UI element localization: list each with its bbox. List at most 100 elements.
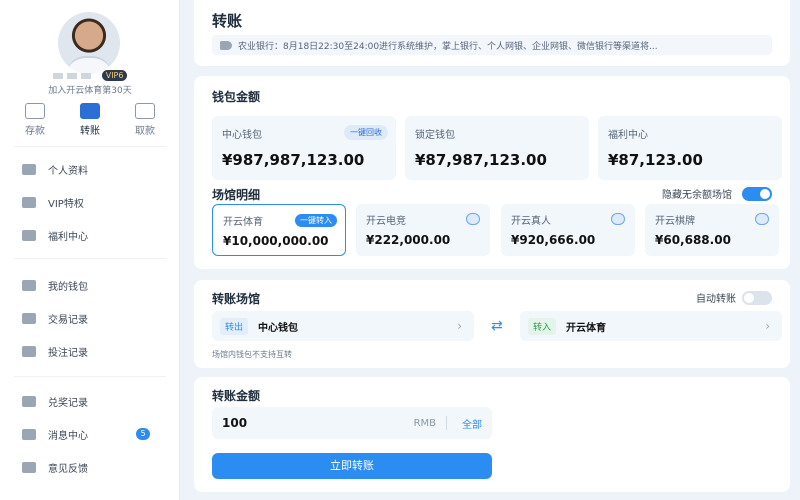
transfer-in-select[interactable]: 转入 开云体育 ›: [520, 311, 782, 341]
in-tag: 转入: [528, 317, 557, 335]
ticket-icon: [22, 395, 36, 407]
header-card: 转账 农业银行：8月18日22:30至24:00进行系统维护，掌上银行、个人网银…: [194, 0, 790, 66]
transfer-title: 转账场馆: [212, 292, 261, 306]
toggle-knob: [744, 293, 754, 303]
amount-field[interactable]: RMB 全部: [212, 407, 492, 439]
transfer-in-button[interactable]: 一键转入: [295, 214, 337, 227]
quick-label: 取款: [135, 126, 155, 137]
quick-label: 转账: [80, 126, 100, 137]
quick-deposit[interactable]: 存款: [10, 103, 60, 137]
document-icon: [22, 345, 36, 357]
wallet-value: ¥87,987,123.00: [415, 151, 547, 169]
sidebar-item-label: 投注记录: [48, 347, 88, 359]
sidebar-item-label: 意见反馈: [48, 463, 88, 475]
separator: [446, 416, 447, 430]
sidebar-item-label: 我的钱包: [48, 281, 88, 293]
card-icon: [135, 103, 155, 119]
wallet-welfare: 福利中心 ¥87,123.00: [598, 116, 782, 180]
swap-icon[interactable]: ⇄: [491, 318, 503, 334]
speaker-icon: [220, 40, 232, 50]
megaphone-icon: [22, 428, 36, 440]
all-amount-button[interactable]: 全部: [462, 416, 482, 431]
feedback-icon: [22, 461, 36, 473]
wallet-locked: 锁定钱包 ¥87,987,123.00: [405, 116, 589, 180]
out-tag: 转出: [220, 317, 249, 335]
out-value: 中心钱包: [258, 322, 299, 334]
sidebar-item-transactions[interactable]: 交易记录: [0, 307, 180, 329]
currency-unit: RMB: [413, 417, 436, 429]
id-card-icon: [22, 163, 36, 175]
quick-label: 存款: [25, 126, 45, 137]
sidebar-item-welfare[interactable]: 福利中心: [0, 224, 180, 246]
transfer-out-select[interactable]: 转出 中心钱包 ›: [212, 311, 474, 341]
sidebar-item-label: 个人资料: [48, 165, 88, 177]
sidebar-item-label: VIP特权: [48, 198, 84, 210]
venue-live[interactable]: 开云真人 ¥920,666.00: [501, 204, 635, 256]
sidebar-item-label: 福利中心: [48, 231, 88, 243]
venue-esports[interactable]: 开云电竞 ¥222,000.00: [356, 204, 490, 256]
sidebar-item-messages[interactable]: 消息中心 5: [0, 423, 180, 445]
user-line: VIP6: [0, 70, 180, 82]
sidebar-item-label: 交易记录: [48, 314, 88, 326]
chevron-right-icon: ›: [765, 319, 770, 333]
quick-transfer[interactable]: 转账: [65, 103, 115, 137]
notice-text: 农业银行：8月18日22:30至24:00进行系统维护，掌上银行、个人网银、企业…: [238, 41, 658, 52]
recall-all-button[interactable]: 一键回收: [344, 125, 388, 140]
divider: [14, 146, 166, 147]
sidebar-item-label: 兑奖记录: [48, 397, 88, 409]
venue-label: 开云电竞: [366, 216, 406, 227]
submit-transfer-button[interactable]: 立即转账: [212, 453, 492, 479]
venue-sports[interactable]: 开云体育 ¥10,000,000.00 一键转入: [212, 204, 346, 256]
diamond-icon: [22, 196, 36, 208]
join-days: 加入开云体育第30天: [48, 86, 132, 96]
hide-empty-toggle[interactable]: [742, 187, 772, 201]
transfer-hint: 场馆内钱包不支持互转: [212, 350, 292, 359]
sidebar-item-bets[interactable]: 投注记录: [0, 340, 180, 362]
main-content: 转账 农业银行：8月18日22:30至24:00进行系统维护，掌上银行、个人网银…: [190, 0, 800, 500]
wallet-center: 中心钱包 ¥987,987,123.00 一键回收: [212, 116, 396, 180]
wallet-card: 钱包金额 中心钱包 ¥987,987,123.00 一键回收 锁定钱包 ¥87,…: [194, 76, 790, 269]
divider: [14, 376, 166, 377]
gift-icon: [22, 229, 36, 241]
hide-empty-label: 隐藏无余额场馆: [662, 190, 732, 201]
toggle-knob: [760, 189, 770, 199]
venue-value: ¥222,000.00: [366, 233, 451, 247]
transfer-icon: [80, 103, 100, 119]
sidebar-item-vip[interactable]: VIP特权: [0, 191, 180, 213]
amount-input[interactable]: [222, 416, 372, 430]
masked-username: [66, 72, 77, 79]
notice-bar[interactable]: 农业银行：8月18日22:30至24:00进行系统维护，掌上银行、个人网银、企业…: [212, 35, 772, 55]
auto-transfer-toggle[interactable]: [742, 291, 772, 305]
divider: [14, 258, 166, 259]
venue-cards[interactable]: 开云棋牌 ¥60,688.00: [645, 204, 779, 256]
wallet-label: 福利中心: [608, 130, 648, 141]
piggy-bank-icon: [22, 279, 36, 291]
recall-icon[interactable]: [755, 213, 769, 225]
wallet-value: ¥87,123.00: [608, 151, 703, 169]
recall-icon[interactable]: [611, 213, 625, 225]
in-value: 开云体育: [566, 322, 607, 334]
page-title: 转账: [212, 12, 243, 30]
auto-transfer-label: 自动转账: [696, 294, 736, 305]
venue-title: 场馆明细: [212, 188, 261, 202]
sidebar-item-wallet[interactable]: 我的钱包: [0, 274, 180, 296]
masked-username: [80, 72, 91, 79]
recall-icon[interactable]: [466, 213, 480, 225]
venue-value: ¥60,688.00: [655, 233, 731, 247]
sidebar-item-feedback[interactable]: 意见反馈: [0, 456, 180, 478]
transfer-card: 转账场馆 自动转账 转出 中心钱包 › ⇄ 转入 开云体育 › 场馆内钱包不支持…: [194, 280, 790, 368]
sidebar-item-profile[interactable]: 个人资料: [0, 158, 180, 180]
quick-withdraw[interactable]: 取款: [120, 103, 170, 137]
venue-label: 开云真人: [511, 216, 551, 227]
avatar[interactable]: [58, 12, 120, 74]
venue-value: ¥10,000,000.00: [223, 234, 329, 248]
wallet-value: ¥987,987,123.00: [222, 151, 365, 169]
receipt-icon: [22, 312, 36, 324]
sidebar-item-redeem[interactable]: 兑奖记录: [0, 390, 180, 412]
venue-label: 开云棋牌: [655, 216, 695, 227]
amount-title: 转账金额: [212, 389, 261, 403]
wallet-title: 钱包金额: [212, 90, 261, 104]
sidebar-item-label: 消息中心: [48, 430, 88, 442]
message-count-badge: 5: [136, 428, 150, 440]
wallet-icon: [25, 103, 45, 119]
